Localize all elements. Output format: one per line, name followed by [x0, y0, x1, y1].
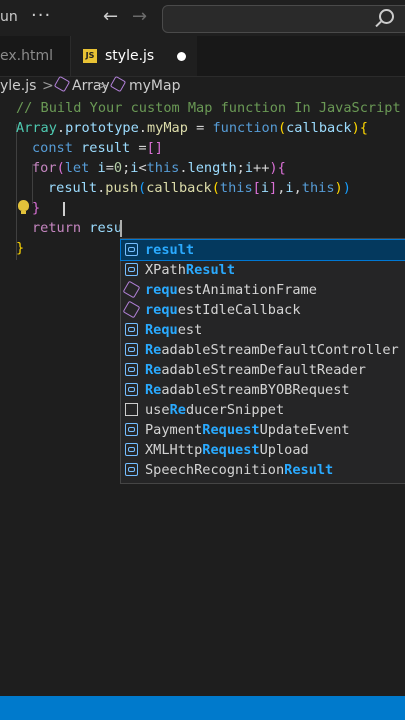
suggestion-item[interactable]: requestAnimationFrame [121, 280, 405, 300]
mouse-ibeam-cursor [63, 202, 65, 216]
method-icon [122, 280, 141, 299]
suggestion-item[interactable]: ReadableStreamDefaultReader [121, 360, 405, 380]
title-bar: un ··· ← → [0, 0, 405, 36]
suggestion-item[interactable]: result [120, 239, 405, 261]
variable-icon [125, 423, 138, 436]
code-line-3: const result =[] [32, 140, 163, 156]
breadcrumb-mymap[interactable]: myMap [129, 78, 180, 94]
text-cursor [120, 220, 122, 237]
variable-icon [125, 243, 138, 256]
variable-icon [125, 383, 138, 396]
autocomplete-suggestions: result XPathResult requestAnimationFrame… [120, 238, 405, 484]
lightbulb-icon[interactable] [18, 200, 29, 214]
suggestion-item[interactable]: XMLHttpRequestUpload [121, 440, 405, 460]
suggestion-item[interactable]: SpeechRecognitionResult [121, 460, 405, 480]
forward-arrow-icon[interactable]: → [132, 6, 147, 27]
breadcrumb-separator: > [96, 78, 108, 94]
breadcrumb-file[interactable]: yle.js [0, 78, 36, 94]
menu-item-run[interactable]: un [0, 9, 18, 25]
search-icon [379, 9, 394, 24]
variable-icon [125, 443, 138, 456]
tab-label: style.js [105, 48, 155, 64]
method-icon [109, 75, 127, 93]
code-line-4: for(let i=0;i<this.length;i++){ [32, 160, 286, 176]
code-line-5: result.push(callback(this[i],i,this)) [48, 180, 351, 196]
suggestion-item[interactable]: ReadableStreamDefaultController [121, 340, 405, 360]
code-line-7: return resu [32, 220, 123, 236]
variable-icon [125, 463, 138, 476]
class-icon [53, 75, 71, 93]
breadcrumb: yle.js > Array > myMap [0, 75, 405, 96]
suggestion-item[interactable]: Request [121, 320, 405, 340]
variable-icon [125, 343, 138, 356]
method-icon [122, 300, 141, 319]
back-arrow-icon[interactable]: ← [103, 6, 118, 27]
code-line-1: // Build Your custom Map function In Jav… [16, 100, 401, 116]
code-line-6: } [32, 200, 41, 216]
variable-icon [125, 263, 138, 276]
unsaved-dot-icon[interactable] [177, 52, 186, 61]
status-bar [0, 696, 405, 720]
variable-icon [125, 363, 138, 376]
more-actions-button[interactable]: ··· [31, 5, 51, 26]
code-line-8: } [16, 240, 25, 256]
command-center-search[interactable] [162, 5, 405, 33]
suggestion-item[interactable]: requestIdleCallback [121, 300, 405, 320]
variable-icon [125, 323, 138, 336]
suggestion-item[interactable]: useReducerSnippet [121, 400, 405, 420]
editor-tabs: ex.html JS style.js [0, 36, 405, 77]
tab-style-js[interactable]: JS style.js [71, 36, 197, 76]
code-line-2: Array.prototype.myMap = function(callbac… [16, 120, 368, 136]
tab-label: ex.html [0, 48, 53, 64]
js-file-icon: JS [83, 49, 97, 63]
suggestion-item[interactable]: PaymentRequestUpdateEvent [121, 420, 405, 440]
suggestion-item[interactable]: XPathResult [121, 260, 405, 280]
suggestion-item[interactable]: ReadableStreamBYOBRequest [121, 380, 405, 400]
tab-index-html[interactable]: ex.html [0, 36, 71, 76]
snippet-icon [125, 403, 138, 416]
breadcrumb-separator: > [42, 78, 54, 94]
